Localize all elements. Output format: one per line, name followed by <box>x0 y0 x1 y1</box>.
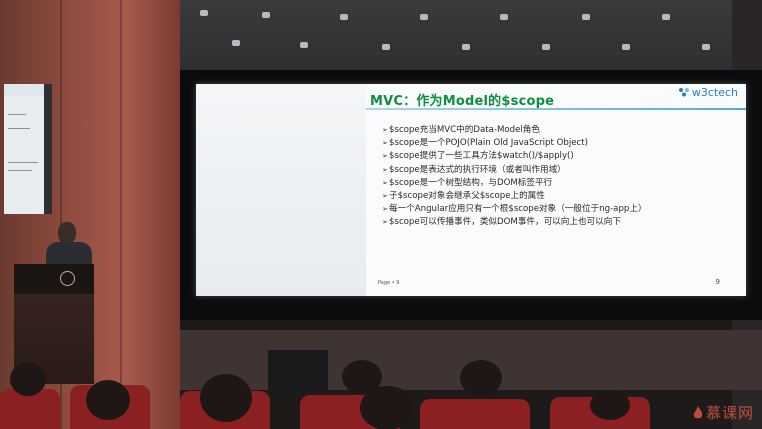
ceiling-light <box>662 14 670 20</box>
ceiling-light <box>232 40 240 46</box>
bullet-arrow-icon: ➢ <box>382 139 388 148</box>
projected-area: MVC：作为Model的$scope w3ctech ➢$scope充当MVC中… <box>196 84 746 296</box>
ceiling-light <box>622 44 630 50</box>
watermark-text: 慕课网 <box>705 404 754 422</box>
ceiling-light <box>462 44 470 50</box>
title-underline <box>366 108 746 110</box>
audience-head <box>200 374 252 422</box>
audience-head <box>460 360 502 396</box>
lecture-hall-scene: MVC：作为Model的$scope w3ctech ➢$scope充当MVC中… <box>0 0 762 429</box>
audience-seating <box>0 360 762 429</box>
side-screen-text-line <box>8 114 26 115</box>
bullet-item: ➢$scope是一个树型结构，与DOM标签平行 <box>382 177 742 190</box>
w3ctech-logo: w3ctech <box>678 86 738 99</box>
audience-head <box>360 386 414 429</box>
speaker-head <box>58 222 76 244</box>
bullet-arrow-icon: ➢ <box>382 218 388 227</box>
bullet-arrow-icon: ➢ <box>382 126 388 134</box>
ceiling-light <box>702 44 710 50</box>
slide-page-number: 9 <box>715 278 720 286</box>
audience-head <box>10 362 46 396</box>
bullet-item: ➢子$scope对象会继承父$scope上的属性 <box>382 190 742 203</box>
ceiling-light <box>582 14 590 20</box>
side-screen-text-line <box>8 170 32 171</box>
ceiling-light <box>300 42 308 48</box>
presentation-slide: MVC：作为Model的$scope w3ctech ➢$scope充当MVC中… <box>366 84 746 296</box>
audience-head <box>86 380 130 420</box>
podium-seal-icon <box>60 271 75 286</box>
side-screen-text-line <box>8 162 38 163</box>
bullet-item: ➢$scope充当MVC中的Data-Model角色 <box>382 124 742 137</box>
bullet-item: ➢$scope是一个POJO(Plain Old JavaScript Obje… <box>382 137 742 150</box>
logo-text: w3ctech <box>691 86 738 99</box>
side-screen-column <box>44 84 52 214</box>
audience-seat <box>420 399 530 429</box>
ceiling-light <box>500 14 508 20</box>
bullet-arrow-icon: ➢ <box>382 205 388 214</box>
bullet-arrow-icon: ➢ <box>382 165 388 174</box>
bullet-list: ➢$scope充当MVC中的Data-Model角色 ➢$scope是一个POJ… <box>382 124 742 230</box>
bullet-item: ➢$scope是表达式的执行环境（或者叫作用域） <box>382 164 742 177</box>
ceiling-light <box>262 12 270 18</box>
w3ctech-logo-icon <box>678 88 689 97</box>
ceiling-light <box>200 10 208 16</box>
bullet-item: ➢$scope可以传播事件，类似DOM事件，可以向上也可以向下 <box>382 216 742 229</box>
bullet-item: ➢$scope提供了一些工具方法$watch()/$apply() <box>382 150 742 163</box>
podium-top <box>14 264 94 294</box>
ceiling-light <box>340 14 348 20</box>
ceiling-light <box>542 44 550 50</box>
ceiling-light <box>382 44 390 50</box>
bullet-arrow-icon: ➢ <box>382 152 388 161</box>
flame-icon <box>693 406 703 419</box>
watermark: 慕课网 <box>692 402 754 423</box>
slide-title: MVC：作为Model的$scope <box>370 94 555 109</box>
bullet-arrow-icon: ➢ <box>382 192 388 201</box>
bullet-item: ➢每一个Angular应用只有一个根$scope对象（一般位于ng-app上） <box>382 203 742 216</box>
side-screen-text-line <box>8 128 30 129</box>
bullet-arrow-icon: ➢ <box>382 178 388 187</box>
slide-footer-page-label: Page • 9 <box>378 280 400 286</box>
ceiling-light <box>420 14 428 20</box>
side-projection-screen <box>4 84 52 214</box>
audience-head <box>590 390 630 420</box>
